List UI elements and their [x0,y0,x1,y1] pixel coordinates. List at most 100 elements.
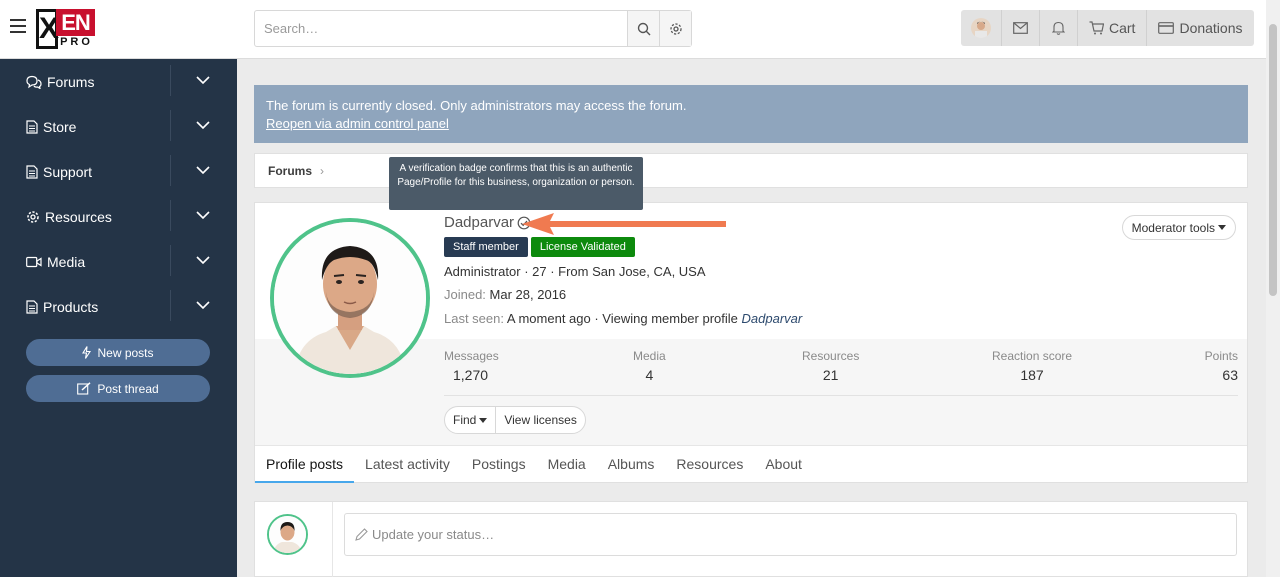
sidebar-item-label: Store [43,118,77,135]
cart-label: Cart [1109,20,1136,36]
logo-x: X [36,9,59,49]
search-bar [254,10,692,47]
sidebar-item-support[interactable]: Support [0,149,237,194]
post-thread-label: Post thread [97,381,159,396]
chevron-down-icon[interactable] [195,299,211,311]
chevron-down-icon[interactable] [195,74,211,86]
scrollbar-thumb[interactable] [1269,24,1277,296]
member-stats: Messages 1,270 Media 4 Resources 21 Reac… [444,349,1238,393]
tab-about[interactable]: About [754,446,813,483]
username-text: Dadparvar [444,214,515,231]
search-input[interactable] [255,11,627,46]
file-icon [26,119,38,134]
tab-latest-activity[interactable]: Latest activity [354,446,461,483]
stat-value: 187 [1020,367,1044,383]
tab-media[interactable]: Media [537,446,597,483]
tab-albums[interactable]: Albums [597,446,666,483]
chevron-down-icon[interactable] [195,119,211,131]
tab-postings[interactable]: Postings [461,446,537,483]
avatar [971,18,991,38]
stat-resources[interactable]: Resources 21 [802,349,859,383]
stat-media[interactable]: Media 4 [633,349,666,383]
avatar[interactable] [267,514,308,555]
moderator-tools-label: Moderator tools [1131,220,1215,235]
edit-icon [77,382,91,395]
profile-avatar[interactable] [270,218,430,378]
stat-label: Messages [444,349,499,363]
new-posts-label: New posts [97,345,154,360]
user-badges: Staff member License Validated [444,237,635,257]
logo-pro: PRO [60,36,93,48]
stat-reaction-score[interactable]: Reaction score 187 [992,349,1072,383]
alerts-button[interactable] [1039,10,1077,46]
last-seen-value: A moment ago · Viewing member profile [506,311,738,326]
sidebar-item-label: Resources [45,208,112,225]
lightning-bolt-icon [82,346,92,359]
stat-points[interactable]: Points 63 [1205,349,1238,383]
sidebar-item-label: Forums [47,73,95,90]
donations-button[interactable]: Donations [1146,10,1253,46]
user-avatar-button[interactable] [961,10,1001,46]
search-options-button[interactable] [659,11,691,46]
envelope-icon [1013,22,1028,34]
stat-value: 4 [645,367,654,383]
sidebar-item-label: Products [43,298,99,315]
site-logo[interactable]: X EN PRO [36,9,96,50]
sidebar-item-label: Media [47,253,86,270]
last-seen-target-link[interactable]: Dadparvar [742,311,803,326]
post-thread-button[interactable]: Post thread [26,375,210,402]
search-button[interactable] [627,11,659,46]
caret-down-icon [1218,225,1226,230]
sidebar-item-resources[interactable]: Resources [0,194,237,239]
stat-value: 21 [822,367,839,383]
tab-resources[interactable]: Resources [665,446,754,483]
stat-value: 63 [1222,367,1238,383]
joined-date: Mar 28, 2016 [489,287,567,302]
stat-messages[interactable]: Messages 1,270 [444,349,499,383]
sidebar-item-products[interactable]: Products [0,284,237,329]
inbox-button[interactable] [1001,10,1039,46]
moderator-tools-button[interactable]: Moderator tools [1121,215,1236,240]
last-seen-line: Last seen: A moment ago · Viewing member… [444,311,802,326]
new-posts-button[interactable]: New posts [26,339,210,366]
chevron-down-icon[interactable] [195,164,211,176]
bell-icon [1052,21,1065,35]
find-button[interactable]: Find [445,407,495,433]
verification-tooltip: A verification badge confirms that this … [389,157,643,210]
cart-icon [1089,21,1104,35]
pencil-icon [355,528,368,541]
logo-en: EN [56,9,95,36]
file-icon [26,164,38,179]
stat-label: Reaction score [992,349,1073,363]
profile-action-buttons: Find View licenses [444,406,586,434]
view-licenses-button[interactable]: View licenses [495,407,584,433]
sidebar-nav: Forums Store Support Resources Media Pro… [0,59,237,577]
gear-icon [669,22,682,35]
sidebar-item-store[interactable]: Store [0,104,237,149]
status-placeholder: Update your status… [372,527,495,542]
hamburger-menu-icon[interactable] [10,19,26,33]
chevron-down-icon[interactable] [195,254,211,266]
breadcrumb-forums[interactable]: Forums [268,164,312,178]
profile-tabs: Profile posts Latest activity Postings M… [255,445,1247,483]
joined-label: Joined: [444,287,486,302]
status-input[interactable]: Update your status… [344,513,1237,556]
notice-text: The forum is currently closed. Only admi… [266,98,687,113]
sidebar-item-forums[interactable]: Forums [0,59,237,104]
member-profile-card: Dadparvar Staff member License Validated… [254,202,1248,483]
status-update-box: Update your status… [254,501,1248,577]
reopen-admin-link[interactable]: Reopen via admin control panel [266,116,449,131]
profile-username: Dadparvar [444,214,531,231]
stat-label: Media [633,349,666,363]
top-header: X EN PRO Cart Donations [0,0,1280,59]
cart-button[interactable]: Cart [1077,10,1146,46]
tab-profile-posts[interactable]: Profile posts [255,446,355,483]
comments-icon [26,75,42,89]
sidebar-item-media[interactable]: Media [0,239,237,284]
video-camera-icon [26,256,42,267]
page-scrollbar[interactable] [1266,0,1280,577]
donations-label: Donations [1179,20,1243,36]
forum-closed-notice: The forum is currently closed. Only admi… [254,85,1248,143]
credit-card-icon [1158,22,1175,34]
chevron-down-icon[interactable] [195,209,211,221]
